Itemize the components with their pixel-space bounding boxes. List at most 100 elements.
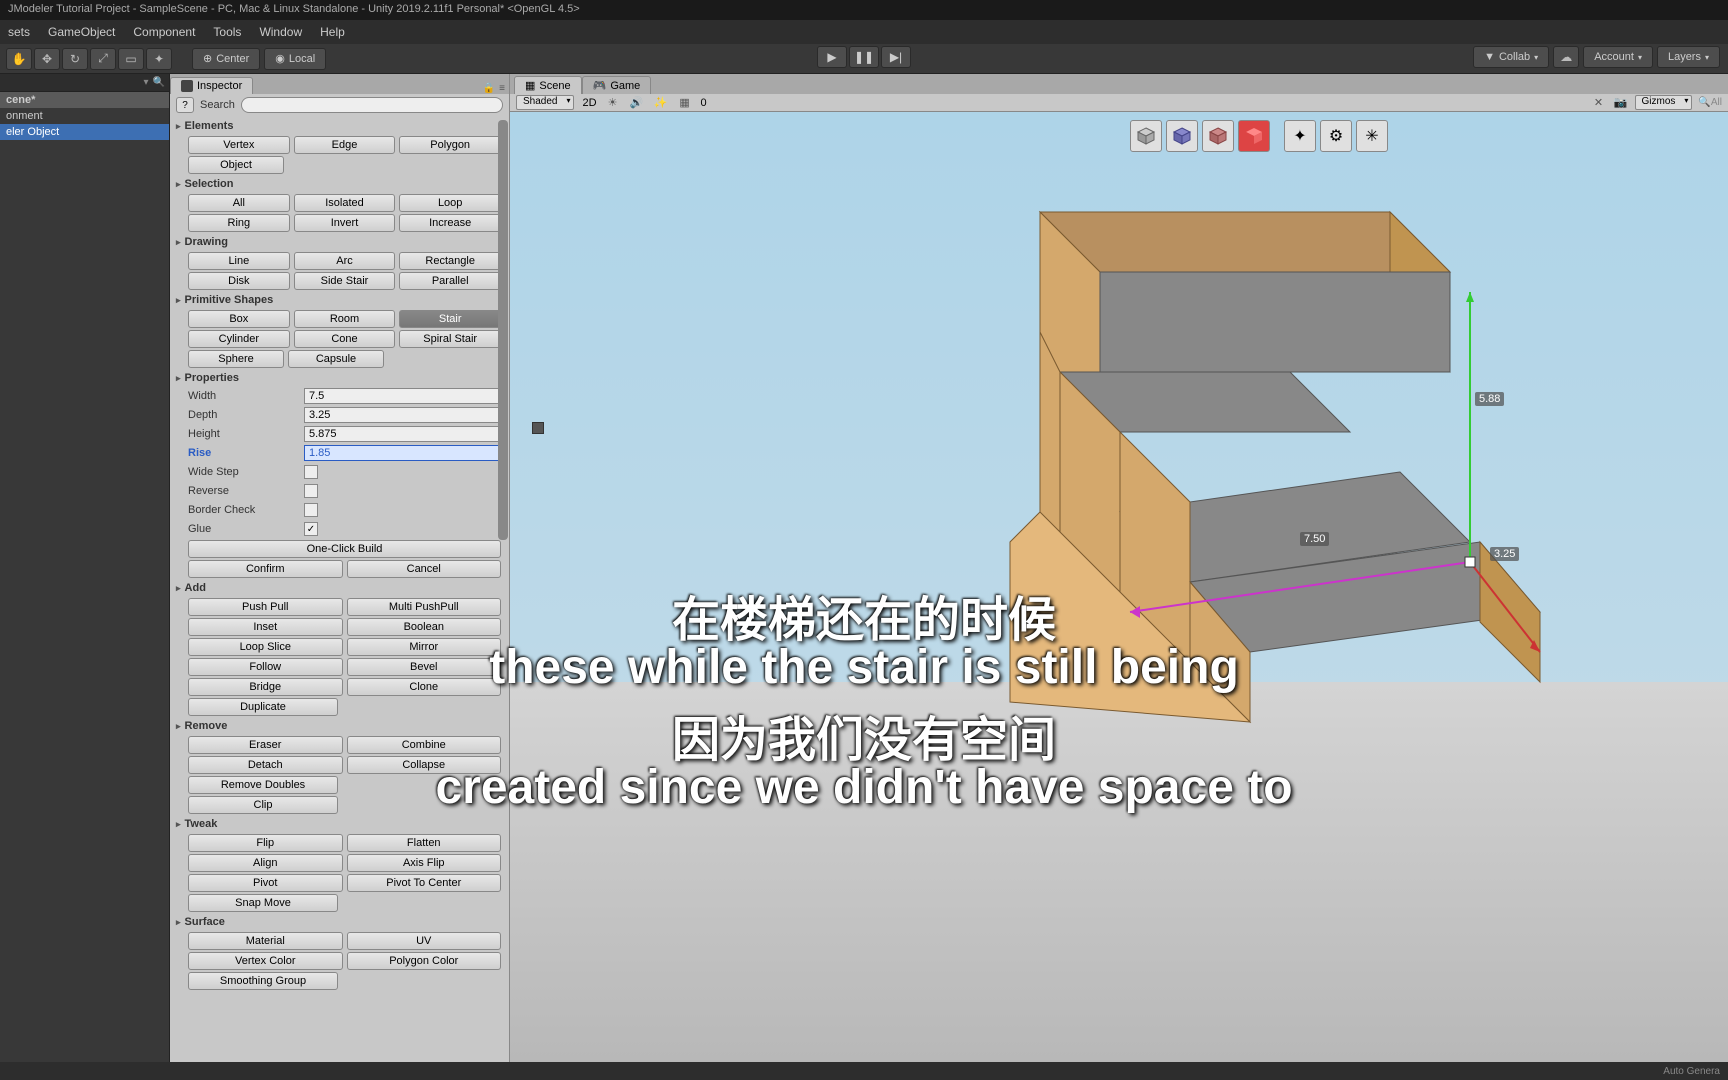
invert-button[interactable]: Invert xyxy=(294,214,396,232)
shading-dropdown[interactable]: Shaded xyxy=(516,95,574,110)
axisflip-button[interactable]: Axis Flip xyxy=(347,854,502,872)
menu-component[interactable]: Component xyxy=(133,25,195,39)
section-surface[interactable]: Surface xyxy=(174,914,501,930)
scrollbar-thumb[interactable] xyxy=(498,120,508,540)
lighting-icon[interactable]: ☀ xyxy=(605,96,621,110)
loopslice-button[interactable]: Loop Slice xyxy=(188,638,343,656)
capsule-button[interactable]: Capsule xyxy=(288,350,384,368)
section-drawing[interactable]: Drawing xyxy=(174,234,501,250)
move-tool[interactable]: ✥ xyxy=(34,48,60,70)
mirror-button[interactable]: Mirror xyxy=(347,638,502,656)
menu-sets[interactable]: sets xyxy=(8,25,30,39)
confirm-button[interactable]: Confirm xyxy=(188,560,343,578)
camera-icon[interactable]: 📷 xyxy=(1613,96,1629,110)
pivot-button[interactable]: Pivot xyxy=(188,874,343,892)
hand-tool[interactable]: ✋ xyxy=(6,48,32,70)
widestep-checkbox[interactable] xyxy=(304,465,318,479)
menu-gameobject[interactable]: GameObject xyxy=(48,25,115,39)
polygoncolor-button[interactable]: Polygon Color xyxy=(347,952,502,970)
collab-dropdown[interactable]: ▼Collab▾ xyxy=(1473,46,1549,68)
glue-checkbox[interactable]: ✓ xyxy=(304,522,318,536)
border-checkbox[interactable] xyxy=(304,503,318,517)
smoothinggroup-button[interactable]: Smoothing Group xyxy=(188,972,338,990)
detach-button[interactable]: Detach xyxy=(188,756,343,774)
search-all[interactable]: 🔍All xyxy=(1698,97,1722,108)
account-dropdown[interactable]: Account▾ xyxy=(1583,46,1653,68)
removedoubles-button[interactable]: Remove Doubles xyxy=(188,776,338,794)
depth-input[interactable] xyxy=(304,407,501,423)
menu-tools[interactable]: Tools xyxy=(213,25,241,39)
material-button[interactable]: Material xyxy=(188,932,343,950)
pause-button[interactable]: ❚❚ xyxy=(849,46,879,68)
combine-button[interactable]: Combine xyxy=(347,736,502,754)
flip-button[interactable]: Flip xyxy=(188,834,343,852)
fx-icon[interactable]: ✨ xyxy=(653,96,669,110)
section-elements[interactable]: Elements xyxy=(174,118,501,134)
box-button[interactable]: Box xyxy=(188,310,290,328)
play-button[interactable]: ▶ xyxy=(817,46,847,68)
2d-toggle[interactable]: 2D xyxy=(582,97,596,109)
parallel-button[interactable]: Parallel xyxy=(399,272,501,290)
all-button[interactable]: All xyxy=(188,194,290,212)
flatten-button[interactable]: Flatten xyxy=(347,834,502,852)
oneclick-button[interactable]: One-Click Build xyxy=(188,540,501,558)
step-button[interactable]: ▶| xyxy=(881,46,911,68)
pivot-center-toggle[interactable]: ⊕Center xyxy=(192,48,260,70)
transform-tool[interactable]: ✦ xyxy=(146,48,172,70)
duplicate-button[interactable]: Duplicate xyxy=(188,698,338,716)
arc-button[interactable]: Arc xyxy=(294,252,396,270)
rise-input[interactable] xyxy=(304,445,501,461)
vertexcolor-button[interactable]: Vertex Color xyxy=(188,952,343,970)
gizmo-toggle-icon[interactable]: ▦ xyxy=(677,96,693,110)
object-button[interactable]: Object xyxy=(188,156,284,174)
audio-icon[interactable]: 🔊 xyxy=(629,96,645,110)
hierarchy-item[interactable]: onment xyxy=(0,108,169,124)
height-input[interactable] xyxy=(304,426,501,442)
inspector-tab[interactable]: Inspector xyxy=(170,77,253,94)
ring-button[interactable]: Ring xyxy=(188,214,290,232)
search-icon[interactable]: 🔍 xyxy=(153,77,165,88)
eraser-button[interactable]: Eraser xyxy=(188,736,343,754)
vertex-button[interactable]: Vertex xyxy=(188,136,290,154)
follow-button[interactable]: Follow xyxy=(188,658,343,676)
spiralstair-button[interactable]: Spiral Stair xyxy=(399,330,501,348)
edge-button[interactable]: Edge xyxy=(294,136,396,154)
section-tweak[interactable]: Tweak xyxy=(174,816,501,832)
game-tab[interactable]: 🎮Game xyxy=(582,76,652,94)
clip-button[interactable]: Clip xyxy=(188,796,338,814)
scale-tool[interactable]: ⤢ xyxy=(90,48,116,70)
context-menu-icon[interactable]: ≡ xyxy=(499,83,505,94)
multipushpull-button[interactable]: Multi PushPull xyxy=(347,598,502,616)
lock-icon[interactable]: 🔒 xyxy=(483,83,495,94)
width-input[interactable] xyxy=(304,388,501,404)
bevel-button[interactable]: Bevel xyxy=(347,658,502,676)
hierarchy-item-selected[interactable]: eler Object xyxy=(0,124,169,140)
rotate-tool[interactable]: ↻ xyxy=(62,48,88,70)
menu-window[interactable]: Window xyxy=(259,25,302,39)
section-remove[interactable]: Remove xyxy=(174,718,501,734)
loop-button[interactable]: Loop xyxy=(399,194,501,212)
cone-button[interactable]: Cone xyxy=(294,330,396,348)
pushpull-button[interactable]: Push Pull xyxy=(188,598,343,616)
scene-root[interactable]: cene* xyxy=(0,92,169,108)
scene-tab[interactable]: ▦Scene xyxy=(514,76,582,94)
isolated-button[interactable]: Isolated xyxy=(294,194,396,212)
sphere-button[interactable]: Sphere xyxy=(188,350,284,368)
stair-button[interactable]: Stair xyxy=(399,310,501,328)
pivottocenter-button[interactable]: Pivot To Center xyxy=(347,874,502,892)
section-add[interactable]: Add xyxy=(174,580,501,596)
cloud-button[interactable]: ☁ xyxy=(1553,46,1579,68)
snapmove-button[interactable]: Snap Move xyxy=(188,894,338,912)
reverse-checkbox[interactable] xyxy=(304,484,318,498)
close-icon[interactable]: ✕ xyxy=(1591,96,1607,110)
line-button[interactable]: Line xyxy=(188,252,290,270)
inset-button[interactable]: Inset xyxy=(188,618,343,636)
help-button[interactable]: ? xyxy=(176,97,194,113)
search-input[interactable] xyxy=(241,97,503,113)
section-primitives[interactable]: Primitive Shapes xyxy=(174,292,501,308)
create-dropdown-icon[interactable]: ▾ xyxy=(144,77,149,88)
cancel-button[interactable]: Cancel xyxy=(347,560,502,578)
section-properties[interactable]: Properties xyxy=(174,370,501,386)
disk-button[interactable]: Disk xyxy=(188,272,290,290)
section-selection[interactable]: Selection xyxy=(174,176,501,192)
